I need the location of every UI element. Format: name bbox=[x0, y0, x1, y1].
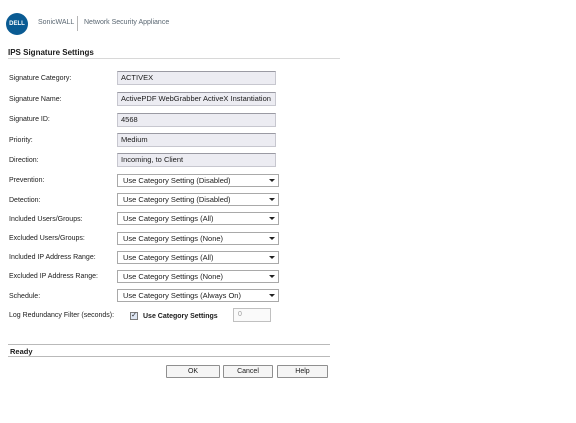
priority-label: Priority: bbox=[9, 137, 33, 144]
direction-field: Incoming, to Client bbox=[117, 153, 276, 167]
log-redundancy-seconds-input[interactable]: 0 bbox=[233, 308, 271, 322]
checkmark-icon: ✓ bbox=[131, 312, 137, 319]
priority-field: Medium bbox=[117, 133, 276, 147]
chevron-down-icon bbox=[269, 217, 275, 220]
chevron-down-icon bbox=[269, 237, 275, 240]
schedule-label: Schedule: bbox=[9, 293, 41, 300]
detection-select[interactable]: Use Category Setting (Disabled) bbox=[117, 193, 279, 206]
chevron-down-icon bbox=[269, 179, 275, 182]
chevron-down-icon bbox=[269, 275, 275, 278]
included-ip-label: Included IP Address Range: bbox=[9, 254, 96, 261]
signature-name-label: Signature Name: bbox=[9, 96, 62, 103]
included-users-label: Included Users/Groups: bbox=[9, 216, 83, 223]
signature-category-label: Signature Category: bbox=[9, 75, 72, 82]
ok-button[interactable]: OK bbox=[166, 365, 220, 378]
prevention-select[interactable]: Use Category Setting (Disabled) bbox=[117, 174, 279, 187]
app-header: DELL SonicWALL Network Security Applianc… bbox=[0, 0, 576, 44]
included-users-value: Use Category Settings (All) bbox=[123, 214, 214, 223]
prevention-value: Use Category Setting (Disabled) bbox=[123, 176, 231, 185]
included-ip-select[interactable]: Use Category Settings (All) bbox=[117, 251, 279, 264]
prevention-label: Prevention: bbox=[9, 177, 45, 184]
signature-id-field: 4568 bbox=[117, 113, 276, 127]
cancel-button[interactable]: Cancel bbox=[223, 365, 273, 378]
excluded-users-value: Use Category Settings (None) bbox=[123, 234, 224, 243]
use-category-settings-label: Use Category Settings bbox=[143, 313, 218, 320]
excluded-users-label: Excluded Users/Groups: bbox=[9, 235, 85, 242]
product-name: Network Security Appliance bbox=[84, 19, 170, 26]
help-button[interactable]: Help bbox=[277, 365, 328, 378]
page-title: IPS Signature Settings bbox=[8, 48, 94, 57]
excluded-ip-value: Use Category Settings (None) bbox=[123, 272, 224, 281]
detection-value: Use Category Setting (Disabled) bbox=[123, 195, 231, 204]
status-text: Ready bbox=[10, 347, 33, 356]
direction-label: Direction: bbox=[9, 157, 39, 164]
chevron-down-icon bbox=[269, 294, 275, 297]
schedule-value: Use Category Settings (Always On) bbox=[123, 291, 241, 300]
excluded-ip-label: Excluded IP Address Range: bbox=[9, 273, 98, 280]
schedule-select[interactable]: Use Category Settings (Always On) bbox=[117, 289, 279, 302]
chevron-down-icon bbox=[269, 198, 275, 201]
excluded-ip-select[interactable]: Use Category Settings (None) bbox=[117, 270, 279, 283]
status-divider-bottom bbox=[8, 356, 330, 357]
signature-category-field: ACTIVEX bbox=[117, 71, 276, 85]
title-divider bbox=[8, 58, 340, 59]
detection-label: Detection: bbox=[9, 197, 41, 204]
log-redundancy-label: Log Redundancy Filter (seconds): bbox=[9, 312, 115, 319]
use-category-settings-checkbox[interactable]: ✓ bbox=[130, 312, 138, 320]
brand-name: SonicWALL bbox=[38, 19, 75, 26]
chevron-down-icon bbox=[269, 256, 275, 259]
included-users-select[interactable]: Use Category Settings (All) bbox=[117, 212, 279, 225]
dell-logo-icon: DELL bbox=[6, 13, 28, 35]
excluded-users-select[interactable]: Use Category Settings (None) bbox=[117, 232, 279, 245]
signature-id-label: Signature ID: bbox=[9, 116, 50, 123]
signature-name-field: ActivePDF WebGrabber ActiveX Instantiati… bbox=[117, 92, 276, 106]
header-divider bbox=[77, 16, 78, 31]
included-ip-value: Use Category Settings (All) bbox=[123, 253, 214, 262]
status-divider-top bbox=[8, 344, 330, 345]
